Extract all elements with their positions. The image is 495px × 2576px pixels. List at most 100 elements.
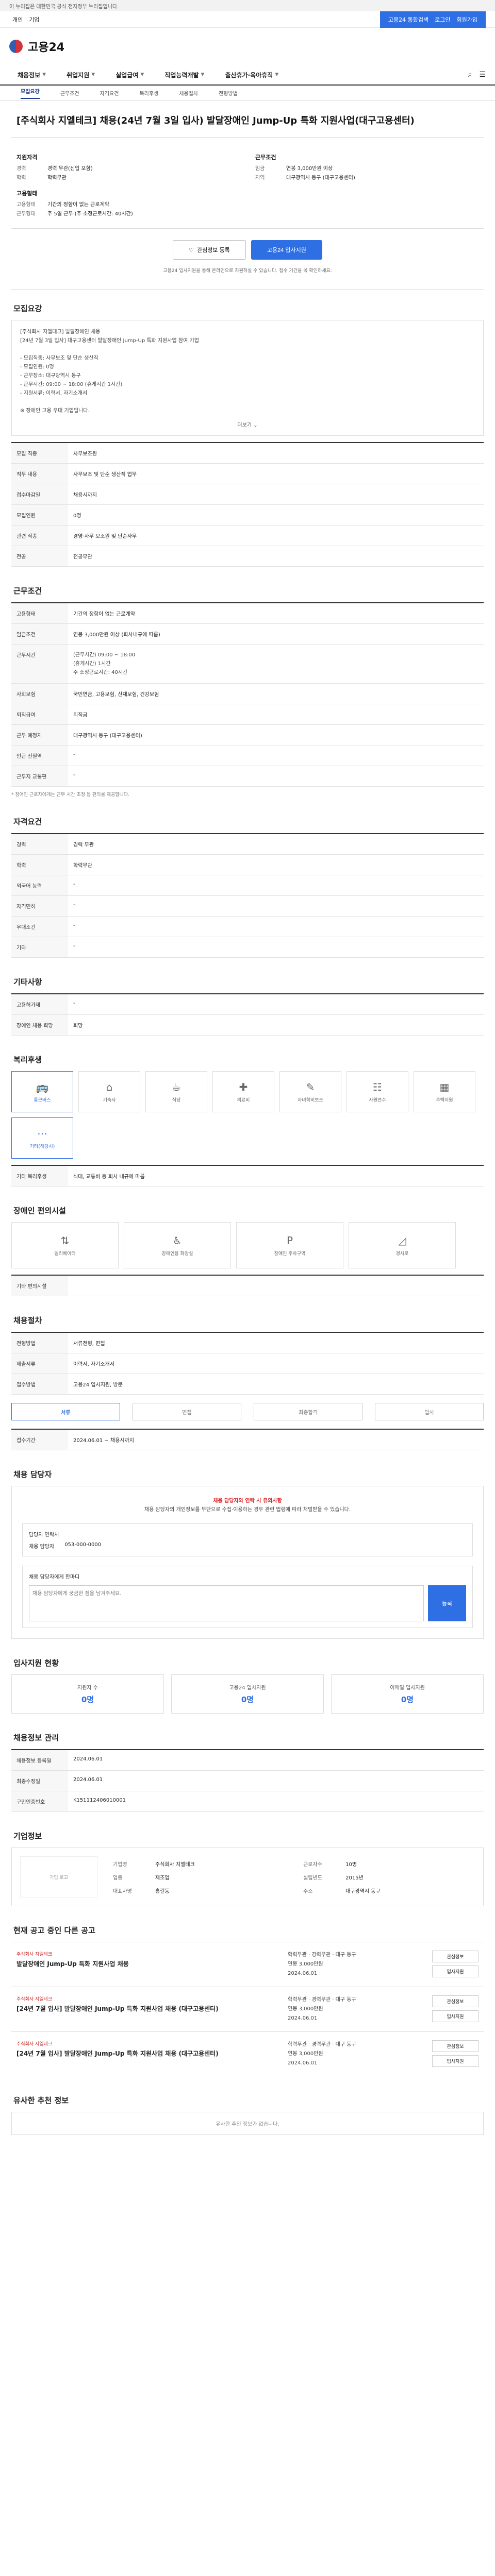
row-key: 근무 예정지 (11, 724, 68, 746)
menu-jobs[interactable]: 채용정보 ▼ (9, 71, 54, 79)
comment-input[interactable] (29, 1585, 424, 1622)
menu-support[interactable]: 취업지원 ▼ (58, 71, 103, 79)
period-table: 접수기간 2024.06.01 ~ 채용시까지 (11, 1429, 484, 1451)
tab-recruit[interactable]: 모집요강 (21, 87, 40, 99)
welfare-label: 식당 (172, 1097, 181, 1103)
related-corp: 주식회사 지엘테크 (16, 1997, 53, 2003)
summary-key: 근무형태 (16, 211, 36, 217)
facility-label: 장애인용 화장실 (161, 1251, 193, 1257)
elevator-icon: ⇅ (60, 1234, 70, 1247)
row-key: 기타 (11, 937, 68, 958)
stat-card: 이메일 입사지원 0명 (331, 1674, 484, 1714)
row-key: 기타 복리후생 (11, 1165, 68, 1187)
topnav-join[interactable]: 회원가입 (457, 15, 477, 24)
menu-benefit[interactable]: 실업급여 ▼ (107, 71, 152, 79)
table-row: 자격면허 - (11, 895, 484, 917)
section-title: 자격요건 (13, 817, 42, 827)
menu-leave[interactable]: 출산휴가·육아휴직 ▼ (217, 71, 287, 79)
topnav-personal[interactable]: 개인 (9, 15, 26, 24)
house-icon: ⌂ (106, 1080, 113, 1093)
summary-key: 임금 (255, 166, 265, 172)
row-value: 사무보조원 (68, 443, 484, 464)
consult-section: 채용 담당자 채용 담당자와 연락 시 유의사항 채용 담당자의 개인정보를 무… (11, 1455, 484, 1644)
welfare-label: 사원연수 (369, 1097, 386, 1103)
warning-title: 채용 담당자와 연락 시 유의사항 (213, 1498, 282, 1504)
row-value: 0명 (68, 504, 484, 526)
section-title: 유사한 추천 정보 (13, 2096, 69, 2106)
related-title[interactable]: [24년 7월 입사] 발달장애인 Jump-Up 특화 지원사업 채용 (대구… (16, 2004, 277, 2013)
summary-value: 연봉 3,000만원 이상 (286, 166, 333, 172)
row-value: 연봉 3,000만원 이상 (회사내규에 따름) (68, 623, 484, 645)
apply-button[interactable]: 고용24 입사지원 (251, 240, 322, 260)
related-title[interactable]: [24년 7월 입사] 발달장애인 Jump-Up 특화 지원사업 채용 (대구… (16, 2049, 277, 2058)
row-key: 기타 편의시설 (11, 1275, 68, 1297)
tab-selection[interactable]: 전형방법 (219, 89, 238, 97)
table-row: 기타 편의시설 (11, 1275, 484, 1297)
related-info: 학력무관 · 경력무관 · 대구 동구 (288, 1997, 356, 2003)
tab-welfare[interactable]: 복리후생 (139, 89, 158, 97)
chevron-down-icon: ▼ (275, 72, 279, 77)
contact-phone: 053-000-0000 (64, 1542, 102, 1548)
menu-training[interactable]: 직업능력개발 ▼ (156, 71, 212, 79)
topnav-login[interactable]: 로그인 (435, 15, 450, 24)
section-title: 기업정보 (13, 1832, 42, 1841)
search-icon[interactable]: ⌕ (468, 71, 472, 79)
list-item[interactable]: 주식회사 지엘테크 발달장애인 Jump-Up 특화 지원사업 채용 학력무관 ·… (11, 1942, 484, 1987)
related-interest-button[interactable]: 관심정보 (432, 1951, 478, 1963)
logo-icon[interactable] (9, 40, 23, 53)
related-apply-button[interactable]: 입사지원 (432, 2010, 478, 2023)
process-section: 채용절차 전형방법 서류전형, 면접 제출서류 이력서, 자기소개서 접수방법 고용2… (11, 1301, 484, 1455)
summary-key: 경력 (16, 166, 26, 172)
row-value: - (68, 994, 484, 1015)
building-icon: ▦ (439, 1080, 450, 1093)
section-title: 입사지원 현황 (13, 1658, 59, 1668)
more-button[interactable]: 더보기 ⌄ (20, 420, 475, 428)
row-value: - (68, 916, 484, 938)
row-key: 접수기간 (11, 1429, 68, 1451)
stats-row: 지원자 수 0명 고용24 입사지원 0명 이메일 입사지원 0명 (11, 1674, 484, 1714)
list-item[interactable]: 주식회사 지엘테크 [24년 7월 입사] 발달장애인 Jump-Up 특화 지원… (11, 1987, 484, 2031)
table-row: 직무 내용 사무보조 및 단순 생산직 업무 (11, 463, 484, 485)
section-title: 채용 담당자 (13, 1470, 52, 1480)
table-row: 고용허가제 - (11, 994, 484, 1015)
section-title: 모집요강 (13, 304, 42, 314)
row-value: 2024.06.01 (68, 1750, 484, 1771)
interest-button[interactable]: ♡ 관심정보 등록 (173, 240, 246, 260)
work-section: 근무조건 고용형태 기간의 정함이 없는 근로계약 임금조건 연봉 3,000만원 … (11, 572, 484, 803)
menu-label: 채용정보 (18, 71, 41, 79)
tab-work[interactable]: 근무조건 (60, 89, 79, 97)
row-value: 대구광역시 동구 (345, 1888, 381, 1894)
row-value: 홍길동 (155, 1888, 170, 1894)
related-apply-button[interactable]: 입사지원 (432, 2055, 478, 2067)
facility-item: P 장애인 주차구역 (236, 1222, 343, 1269)
related-pay: 연봉 3,000만원 (288, 2051, 323, 2057)
list-item[interactable]: 주식회사 지엘테크 [24년 7월 입사] 발달장애인 Jump-Up 특화 지원… (11, 2031, 484, 2076)
row-value: 채용시까지 (68, 484, 484, 505)
related-interest-button[interactable]: 관심정보 (432, 1995, 478, 2008)
related-title[interactable]: 발달장애인 Jump-Up 특화 지원사업 채용 (16, 1959, 277, 1969)
tab-qual[interactable]: 자격요건 (100, 89, 119, 97)
row-value: - (68, 937, 484, 958)
topnav-search[interactable]: 고용24 통합검색 (388, 15, 428, 24)
school-icon: ✎ (306, 1080, 315, 1093)
table-row: 모집 직종 사무보조원 (11, 443, 484, 464)
related-date: 2024.06.01 (288, 1971, 318, 1977)
welfare-label: 자녀학비보조 (298, 1097, 323, 1103)
menu-icon[interactable]: ☰ (479, 71, 486, 79)
table-row: 구인인증번호 K151112406010001 (11, 1791, 484, 1812)
row-value: 대구광역시 동구 (대구고용센터) (68, 724, 484, 746)
interest-label: 관심정보 등록 (197, 247, 230, 254)
step-item: 서류 (11, 1403, 120, 1421)
topnav-company[interactable]: 기업 (26, 15, 42, 24)
related-interest-button[interactable]: 관심정보 (432, 2040, 478, 2053)
row-key: 채용정보 등록일 (11, 1750, 68, 1771)
info-table: 채용정보 등록일 2024.06.01 최종수정일 2024.06.01 구인인증번… (11, 1749, 484, 1812)
related-apply-button[interactable]: 입사지원 (432, 1965, 478, 1978)
row-key: 근무시간 (11, 644, 68, 684)
summary-heading: 고용형태 (16, 190, 38, 197)
tab-process[interactable]: 채용절차 (179, 89, 198, 97)
section-tabs: 모집요강 근무조건 자격요건 복리후생 채용절차 전형방법 (0, 86, 495, 101)
summary-value: 주 5일 근무 (주 소정근로시간: 40시간) (47, 211, 133, 217)
comment-submit-button[interactable]: 등록 (428, 1585, 466, 1622)
site-logo[interactable]: 고용24 (28, 38, 64, 55)
